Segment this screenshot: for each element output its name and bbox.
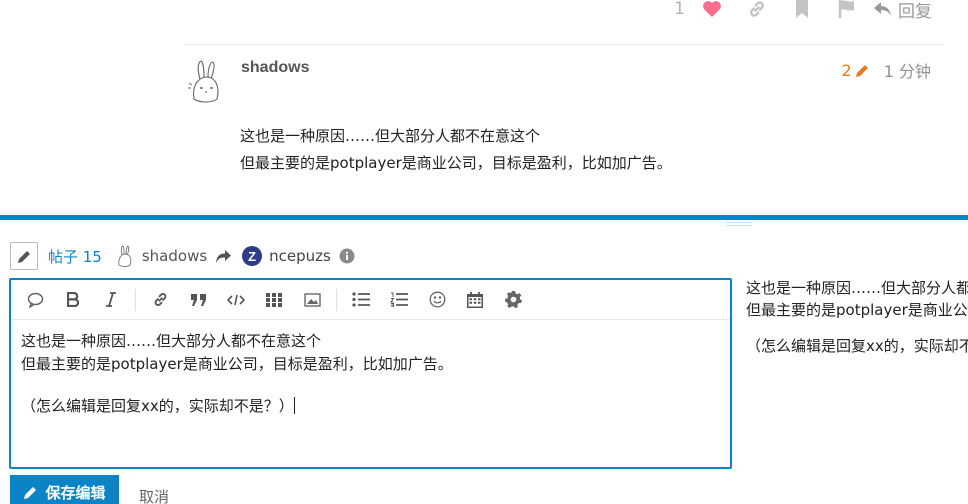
table-button[interactable] [260, 286, 288, 314]
reply-icon [874, 2, 891, 16]
code-button[interactable] [222, 286, 250, 314]
reply-to-user[interactable]: ncepuzs [269, 247, 331, 265]
image-upload-button[interactable] [298, 286, 326, 314]
bold-icon [67, 292, 79, 307]
speech-bubble-icon [27, 292, 43, 308]
hyperlink-button[interactable] [146, 286, 174, 314]
insert-date-button[interactable] [461, 286, 489, 314]
composer: 帖子 15 shadows Z ncepuzs 这也是一种原因……但大部分人都不… [0, 215, 968, 504]
link-icon [749, 1, 764, 17]
bookmark-icon [795, 0, 808, 18]
reply-post-link[interactable]: 帖子 15 [48, 246, 102, 267]
editor-textarea[interactable]: 这也是一种原因……但大部分人都不在意这个但最主要的是potplayer是商业公司… [11, 320, 730, 428]
copy-link-button[interactable] [734, 0, 779, 24]
pencil-icon [855, 64, 868, 77]
save-edit-button[interactable]: 保存编辑 [10, 475, 119, 504]
post-username[interactable]: shadows [241, 59, 309, 77]
bullet-list-button[interactable] [347, 286, 375, 314]
toolbar-divider [135, 288, 136, 311]
editor-toolbar [11, 280, 730, 320]
link-icon [154, 293, 166, 306]
editor-line: （怎么编辑是回复xx的，实际却不是？） [21, 397, 294, 415]
post-body-line: 但最主要的是potplayer是商业公司，目标是盈利，比如加广告。 [240, 154, 672, 172]
edit-count: 2 [841, 60, 852, 80]
toolbar-divider [336, 288, 337, 311]
numbered-list-icon [390, 292, 408, 307]
numbered-list-button[interactable] [385, 286, 413, 314]
gear-icon [504, 291, 522, 308]
cancel-button[interactable]: 取消 [139, 486, 169, 504]
share-arrow-icon [216, 249, 232, 263]
edit-history-button[interactable]: 2 [842, 61, 870, 80]
like-count[interactable]: 1 [674, 0, 685, 19]
preview-line: 这也是一种原因……但大部分人都不在意这个 [746, 279, 968, 297]
blockquote-button[interactable] [184, 286, 212, 314]
quote-icon [190, 293, 206, 306]
quote-reply-button[interactable] [21, 286, 49, 314]
code-icon [227, 294, 245, 305]
editor-line: 这也是一种原因……但大部分人都不在意这个 [21, 332, 322, 350]
emoji-button[interactable] [423, 286, 451, 314]
preview-line: 但最主要的是potplayer是商业公司，目标是盈利，比如加广告。 [746, 301, 968, 319]
italic-button[interactable] [97, 286, 125, 314]
composer-action-button[interactable] [10, 242, 38, 270]
pencil-icon [24, 486, 37, 499]
composer-preview: 这也是一种原因……但大部分人都不在意这个 但最主要的是potplayer是商业公… [746, 277, 968, 357]
info-icon [339, 248, 355, 264]
post-body: 这也是一种原因……但大部分人都不在意这个 但最主要的是potplayer是商业公… [240, 123, 672, 177]
post-time[interactable]: 1 分钟 [884, 58, 931, 82]
pencil-icon [17, 250, 30, 263]
info-button[interactable] [339, 248, 355, 264]
flag-button[interactable] [824, 0, 869, 24]
bunny-avatar-icon [118, 245, 132, 267]
post: shadows 2 1 分钟 这也是一种原因……但大部分人都不在意这个 但最主要… [184, 45, 944, 215]
flag-icon [838, 0, 854, 18]
post-actions: 1 回复 [674, 0, 932, 24]
avatar[interactable]: Z [242, 246, 263, 266]
post-body-line: 这也是一种原因……但大部分人都不在意这个 [240, 127, 541, 145]
avatar[interactable] [186, 59, 226, 105]
text-caret [293, 397, 295, 414]
image-icon [303, 292, 321, 307]
save-edit-label: 保存编辑 [45, 483, 106, 502]
post-meta: 2 1 分钟 [842, 58, 931, 82]
table-icon [266, 292, 282, 307]
options-button[interactable] [499, 286, 527, 314]
italic-icon [106, 292, 116, 307]
smile-icon [429, 291, 445, 308]
composer-resize-grip[interactable] [726, 222, 752, 227]
bunny-avatar-icon [188, 60, 219, 103]
bold-button[interactable] [59, 286, 87, 314]
composer-reply-to: 帖子 15 shadows Z ncepuzs [10, 242, 355, 270]
reply-button[interactable]: 回复 [873, 0, 932, 22]
reply-label: 回复 [898, 1, 932, 22]
preview-line: （怎么编辑是回复xx的，实际却不是？） [746, 337, 968, 355]
reply-from-user[interactable]: shadows [142, 247, 207, 265]
bookmark-button[interactable] [779, 0, 824, 24]
heart-icon [702, 1, 721, 18]
share-arrow [215, 249, 232, 264]
like-button[interactable] [689, 0, 734, 24]
bullet-list-icon [352, 292, 370, 307]
editor-line: 但最主要的是potplayer是商业公司，目标是盈利，比如加广告。 [21, 355, 453, 373]
calendar-icon [467, 291, 483, 308]
composer-editor: 这也是一种原因……但大部分人都不在意这个但最主要的是potplayer是商业公司… [9, 278, 732, 469]
